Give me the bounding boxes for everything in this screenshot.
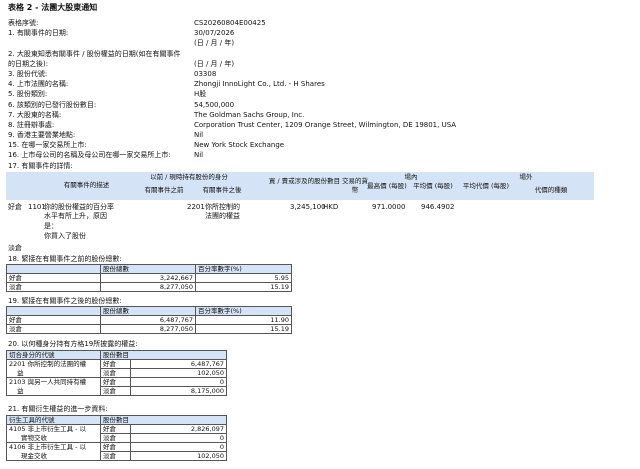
event-desc-3: 是： [44, 222, 58, 230]
sec20-title: 20. 以何種身分持有方格19所披露的權益: [8, 340, 138, 348]
info-value: H股 [194, 90, 207, 99]
table-row: 現金交收 淡倉 102,050 [6, 451, 227, 461]
event-desc-2: 水平有所上升，原因 [44, 212, 107, 220]
info-row: (日 / 月 / 年) [8, 39, 608, 49]
table-row: 好倉 6,487,767 11.90 [6, 315, 292, 325]
table-row: 4105 非上市衍生工具 - 以好倉 2,826,097 [6, 424, 227, 434]
event-before-line-2: 法團的權益 [205, 212, 240, 220]
info-row: 5. 股份類別: H股 [8, 90, 608, 100]
info-value: New York Stock Exchange [194, 141, 285, 150]
info-label: 6. 該類別的已發行股份數目: [8, 100, 97, 109]
info-label: 2. 大股東知悉有關事件 / 股份權益的日期(如在有關事件 [8, 49, 181, 58]
table-row: 4106 非上市衍生工具 - 以好倉 0 [6, 442, 227, 452]
event-desc-1: 你的股份權益的百分率 [44, 203, 114, 211]
form-title: 表格 2 - 法團大股東通知 [8, 3, 98, 12]
header-after: 有關事件之後 [202, 186, 242, 194]
info-value: Nil [194, 131, 204, 140]
info-value: Nil [194, 151, 204, 160]
table-row: 益淡倉 102,050 [6, 368, 227, 378]
header-high: 最高價 (每股) [367, 182, 407, 190]
info-row: 9. 香港主要營業地點: Nil [8, 131, 608, 141]
info-label: 的日期之後): [8, 59, 49, 68]
info-row: 2. 大股東知悉有關事件 / 股份權益的日期(如在有關事件 [8, 50, 608, 60]
sec21-title: 21. 有關衍生權益的進一步資料: [8, 405, 108, 413]
sec21-table: 衍生工具的代號 股份數目 4105 非上市衍生工具 - 以好倉 2,826,097 … [6, 415, 227, 461]
info-label: 16. 上市母公司的名稱及母公司在哪一家交易所上市: [8, 151, 171, 160]
info-row: 7. 大股東的名稱: The Goldman Sachs Group, Inc. [8, 111, 608, 121]
info-value: (日 / 月 / 年) [194, 39, 235, 48]
form-info: 表格序號: CS20260804E00425 1. 有關事件的日期: 30/07/20… [8, 19, 608, 172]
table-row: 2103 與另一人共同持有權 好倉 0 [6, 377, 227, 387]
info-value: (日 / 月 / 年) [194, 59, 235, 68]
info-row: 4. 上市法團的名稱: Zhongji InnoLight Co., Ltd. -… [8, 80, 608, 90]
header-off-exchange: 場外 [519, 173, 533, 181]
header-capacity: 以前 / 現時持有股份的身分 [150, 173, 228, 181]
info-label: 3. 股份代號: [8, 69, 48, 78]
sec18-col-shares: 股份總數 [100, 264, 196, 274]
header-on-exchange: 場內 [404, 173, 418, 181]
info-row: 表格序號: CS20260804E00425 [8, 19, 608, 29]
event-table-header: 有關事件的描述 以前 / 現時持有股份的身分 有關事件之前 有關事件之後 買 /… [6, 172, 594, 200]
table-row: 好倉 3,242,667 5.95 [6, 273, 292, 283]
header-before: 有關事件之前 [144, 186, 184, 194]
sec19-table: 股份總數 百分率數字(%) 好倉 6,487,767 11.90 淡倉 8,277,05… [6, 306, 292, 334]
info-value: 54,500,000 [194, 100, 235, 109]
info-label: 9. 香港主要營業地點: [8, 131, 76, 140]
sec21-col-code: 衍生工具的代號 [6, 415, 101, 425]
event-desc-4: 你買入了股份 [44, 232, 86, 240]
table-row: 淡倉 8,277,050 15.19 [6, 324, 292, 334]
sec20-col-capacity: 切合身分的代號 [6, 350, 101, 360]
info-row: 8. 註冊辦事處: Corporation Trust Center, 1209 … [8, 121, 608, 131]
info-row: 17. 有關事件的詳情: [8, 162, 608, 172]
header-event-desc: 有關事件的描述 [63, 181, 110, 189]
sec19-title: 19. 緊接在有關事件之後的股份總數: [8, 297, 122, 305]
event-currency: HKD [323, 203, 339, 211]
sec21-col-shares: 股份數目 [100, 415, 227, 425]
sec20-col-shares: 股份數目 [100, 350, 227, 360]
info-label: 1. 有關事件的日期: [8, 29, 69, 38]
info-label: 15. 在哪一家交易所上市: [8, 141, 87, 150]
sec18-title: 18. 緊接在有關事件之前的股份總數: [8, 255, 122, 263]
event-short-label: 淡倉 [8, 244, 22, 252]
info-value: CS20260804E00425 [194, 19, 266, 27]
info-row: 6. 該類別的已發行股份數目: 54,500,000 [8, 101, 608, 111]
header-avg: 平均價 (每股) [413, 182, 453, 190]
info-value: The Goldman Sachs Group, Inc. [194, 110, 305, 119]
sec19-col-pct: 百分率數字(%) [195, 306, 292, 316]
header-consideration: 代價的種類 [534, 186, 568, 194]
info-value: 03308 [194, 69, 217, 78]
sec18-table: 股份總數 百分率數字(%) 好倉 3,242,667 5.95 淡倉 8,277,050… [6, 264, 292, 292]
info-label: 4. 上市法團的名稱: [8, 80, 69, 89]
header-avg-off: 平均代價 (每股) [462, 182, 510, 190]
event-avg-price: 946.4902 [421, 203, 455, 211]
table-row: 2201 你所控制的法團的權 好倉 6,487,767 [6, 359, 227, 369]
info-row: 15. 在哪一家交易所上市: New York Stock Exchange [8, 141, 608, 151]
info-row: 的日期之後): (日 / 月 / 年) [8, 60, 608, 70]
info-row: 1. 有關事件的日期: 30/07/2026 [8, 29, 608, 39]
info-row: 3. 股份代號: 03308 [8, 70, 608, 80]
info-label: 表格序號: [8, 19, 39, 27]
info-label: 8. 註冊辦事處: [8, 120, 55, 129]
header-shares: 買 / 賣或涉及的股份數目 [268, 177, 341, 185]
table-row: 益淡倉 8,175,000 [6, 386, 227, 396]
event-shares: 3,245,100 [290, 203, 326, 211]
event-before-line-1: 你所控制的 [205, 203, 240, 211]
info-label: 5. 股份類別: [8, 90, 48, 99]
table-row: 淡倉 8,277,050 15.19 [6, 282, 292, 292]
event-side: 好倉 [8, 203, 22, 211]
table-row: 實物交收 淡倉 0 [6, 433, 227, 443]
info-value: Corporation Trust Center, 1209 Orange St… [194, 120, 457, 129]
info-value: 30/07/2026 [194, 29, 235, 38]
info-label: 7. 大股東的名稱: [8, 110, 62, 119]
sec18-col-pct: 百分率數字(%) [195, 264, 292, 274]
info-row: 16. 上市母公司的名稱及母公司在哪一家交易所上市: Nil [8, 151, 608, 161]
sec19-col-shares: 股份總數 [100, 306, 196, 316]
info-value: Zhongji InnoLight Co., Ltd. - H Shares [194, 80, 325, 89]
sec20-table: 切合身分的代號 股份數目 2201 你所控制的法團的權 好倉 6,487,767 益淡… [6, 350, 227, 396]
event-high-price: 971.0000 [372, 203, 406, 211]
info-label: 17. 有關事件的詳情: [8, 161, 73, 170]
event-before-code: 2201 [187, 203, 205, 211]
